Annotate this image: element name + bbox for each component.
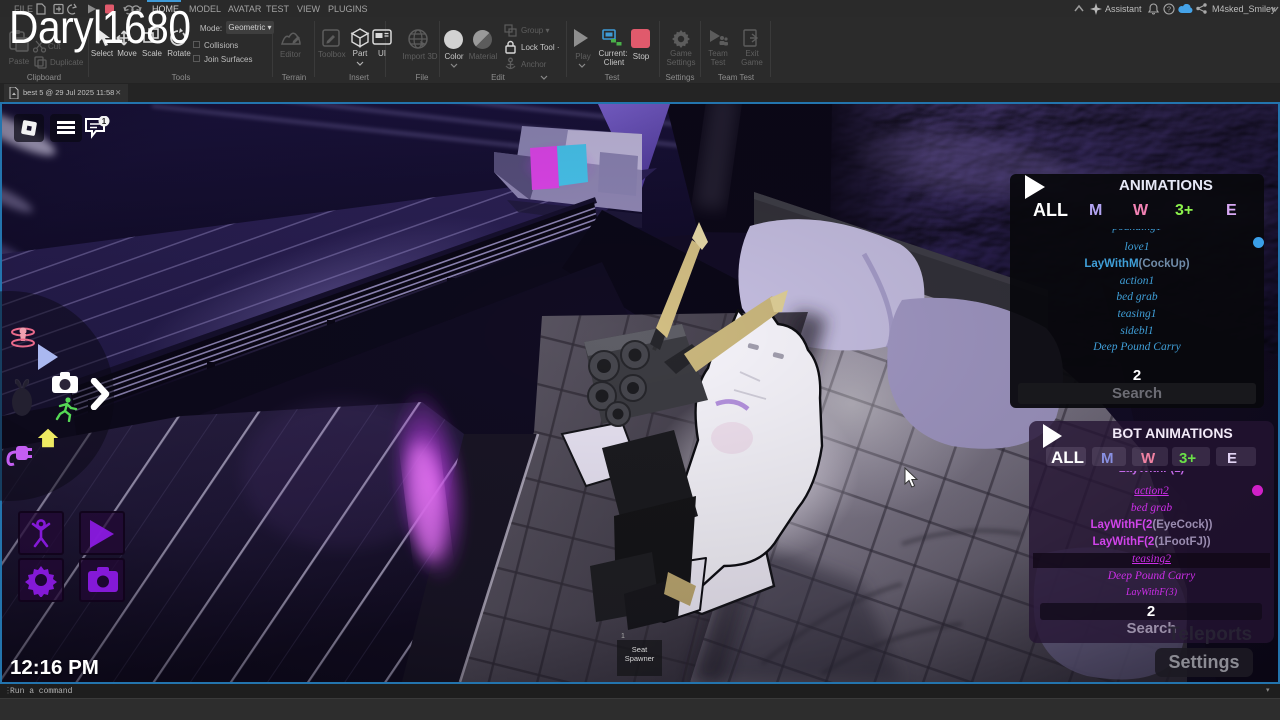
svg-text:1: 1 [102, 117, 107, 126]
svg-text:?: ? [1167, 5, 1171, 14]
